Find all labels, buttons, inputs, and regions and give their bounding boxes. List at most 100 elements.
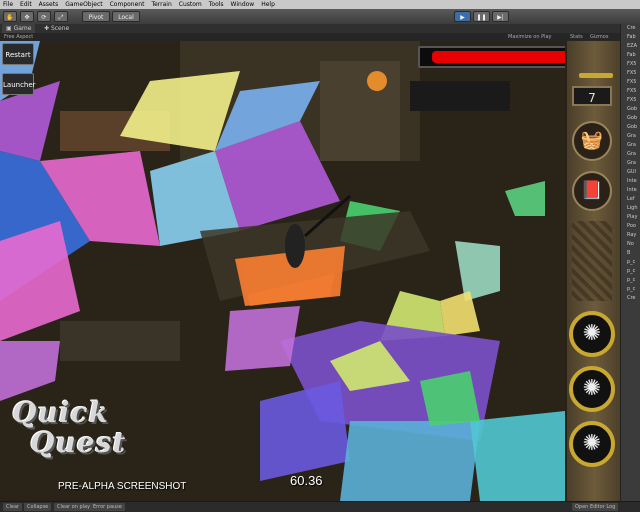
open-editor-log-button[interactable]: Open Editor Log — [572, 503, 619, 511]
hierarchy-item[interactable]: B — [621, 249, 640, 258]
hierarchy-item[interactable]: FX5 — [621, 78, 640, 87]
navmesh-poly — [470, 411, 565, 501]
hierarchy-item[interactable]: No — [621, 240, 640, 249]
hierarchy-item[interactable]: Gra — [621, 150, 640, 159]
menu-terrain[interactable]: Terrain — [151, 0, 171, 9]
tab-game[interactable]: ▣ Game — [2, 24, 36, 33]
menu-help[interactable]: Help — [261, 0, 275, 9]
move-tool-icon[interactable]: ✥ — [20, 11, 34, 22]
clear-on-play-button[interactable]: Clear on play — [54, 503, 94, 511]
hierarchy-item[interactable]: Inte — [621, 177, 640, 186]
spellbook-slot[interactable]: 📕 — [572, 171, 612, 211]
hierarchy-item[interactable]: Gra — [621, 132, 640, 141]
quickquest-logo: Quick Quest — [12, 396, 142, 476]
pause-icon: ❚❚ — [476, 14, 487, 21]
stats-toggle[interactable]: Stats — [570, 33, 583, 41]
hierarchy-item[interactable]: Gob — [621, 114, 640, 123]
menu-tools[interactable]: Tools — [209, 0, 224, 9]
tab-scene[interactable]: ✚ Scene — [40, 24, 73, 33]
pause-button[interactable]: ❚❚ — [473, 11, 490, 22]
hierarchy-item[interactable]: p_c — [621, 258, 640, 267]
console-bar: Clear Collapse Clear on play Error pause… — [0, 501, 640, 512]
local-label: Local — [118, 14, 134, 21]
hierarchy-item[interactable]: Fab — [621, 33, 640, 42]
scale-tool-icon[interactable]: ⤢ — [54, 11, 68, 22]
ability-slot-2[interactable]: ✺ — [569, 366, 615, 412]
health-bar-fill — [432, 51, 572, 63]
game-tab-icon: ▣ — [6, 25, 14, 32]
game-view-bar: Free Aspect Maximize on Play Stats Gizmo… — [0, 33, 620, 41]
potion-bag-icon: 🧺 — [580, 130, 604, 151]
hierarchy-item[interactable]: FX5 — [621, 96, 640, 105]
hierarchy-list: Cre Fab EZA Fab FX5 FX5 FX5 FX5 FX5 Gob Gob Gob Gra G… — [621, 24, 640, 303]
logo-word-quick: Quick — [12, 396, 109, 429]
hierarchy-panel: Cre Fab EZA Fab FX5 FX5 FX5 FX5 FX5 Gob Gob Gob Gra G… — [620, 24, 640, 501]
menu-file[interactable]: File — [3, 0, 13, 9]
clear-button[interactable]: Clear — [3, 503, 23, 511]
ability-slot-1[interactable]: ✺ — [569, 311, 615, 357]
menu-gameobject[interactable]: GameObject — [65, 0, 102, 9]
ability-slot-3[interactable]: ✺ — [569, 421, 615, 467]
hierarchy-item[interactable]: p_c — [621, 267, 640, 276]
ability-wheel-icon: ✺ — [582, 376, 602, 401]
hierarchy-item[interactable]: Gob — [621, 123, 640, 132]
celtic-knot-ornament — [572, 221, 612, 301]
menu-assets[interactable]: Assets — [39, 0, 59, 9]
hierarchy-item[interactable]: GUI — [621, 168, 640, 177]
hierarchy-item[interactable]: Play — [621, 213, 640, 222]
play-button[interactable]: ▶ — [454, 11, 471, 22]
navmesh-poly — [340, 421, 480, 501]
local-toggle[interactable]: Local — [112, 11, 140, 22]
gizmos-dropdown[interactable]: Gizmos — [590, 33, 608, 41]
hierarchy-item[interactable]: Inte — [621, 186, 640, 195]
ability-wheel-icon: ✺ — [582, 431, 602, 456]
menu-window[interactable]: Window — [231, 0, 255, 9]
hierarchy-item[interactable]: Gra — [621, 159, 640, 168]
scene-tab-icon: ✚ — [44, 25, 51, 32]
hierarchy-item[interactable]: Lef — [621, 195, 640, 204]
hierarchy-item[interactable]: FX5 — [621, 69, 640, 78]
hierarchy-item[interactable]: Gra — [621, 141, 640, 150]
stone-pillar — [320, 61, 400, 161]
hand-tool-icon[interactable]: ✋ — [3, 11, 17, 22]
hierarchy-item[interactable]: FX5 — [621, 60, 640, 69]
fps-counter: 60.36 — [290, 473, 323, 488]
xp-bar — [579, 73, 613, 78]
spellbook-icon: 📕 — [580, 180, 604, 201]
hierarchy-item[interactable]: Cre — [621, 294, 640, 303]
hierarchy-item[interactable]: p_c — [621, 285, 640, 294]
torch-flame — [367, 71, 387, 91]
hierarchy-item[interactable]: Ray — [621, 231, 640, 240]
hierarchy-item[interactable]: Fab — [621, 51, 640, 60]
hierarchy-item[interactable]: Poo — [621, 222, 640, 231]
level-counter: 7 — [572, 86, 612, 106]
aspect-dropdown[interactable]: Free Aspect — [4, 33, 33, 41]
maximize-on-play-toggle[interactable]: Maximize on Play — [508, 33, 552, 41]
stone-wall-foreground — [60, 321, 180, 361]
menu-component[interactable]: Component — [110, 0, 145, 9]
restart-button[interactable]: Restart — [2, 43, 34, 65]
error-pause-button[interactable]: Error pause — [90, 503, 125, 511]
play-icon: ▶ — [460, 14, 465, 21]
step-icon: ▶| — [497, 14, 504, 21]
collapse-button[interactable]: Collapse — [24, 503, 52, 511]
hierarchy-item[interactable]: EZA — [621, 42, 640, 51]
tab-game-label: Game — [13, 25, 32, 32]
menu-edit[interactable]: Edit — [20, 0, 32, 9]
hierarchy-item[interactable]: Gob — [621, 105, 640, 114]
game-viewport[interactable]: Restart Launcher 7 🧺 📕 ✺ ✺ ✺ Quick Quest… — [0, 41, 620, 501]
rotate-tool-icon[interactable]: ⟳ — [37, 11, 51, 22]
hierarchy-item[interactable]: p_c — [621, 276, 640, 285]
step-button[interactable]: ▶| — [492, 11, 509, 22]
navmesh-poly — [225, 306, 300, 371]
launcher-button[interactable]: Launcher — [2, 73, 36, 95]
potion-bag-slot[interactable]: 🧺 — [572, 121, 612, 161]
hierarchy-item[interactable]: Ligh — [621, 204, 640, 213]
ability-wheel-icon: ✺ — [582, 321, 602, 346]
pivot-label: Pivot — [88, 14, 104, 21]
logo-word-quest: Quest — [30, 426, 127, 459]
hierarchy-item[interactable]: Cre — [621, 24, 640, 33]
hierarchy-item[interactable]: FX5 — [621, 87, 640, 96]
pivot-toggle[interactable]: Pivot — [82, 11, 110, 22]
menu-custom[interactable]: Custom — [179, 0, 202, 9]
